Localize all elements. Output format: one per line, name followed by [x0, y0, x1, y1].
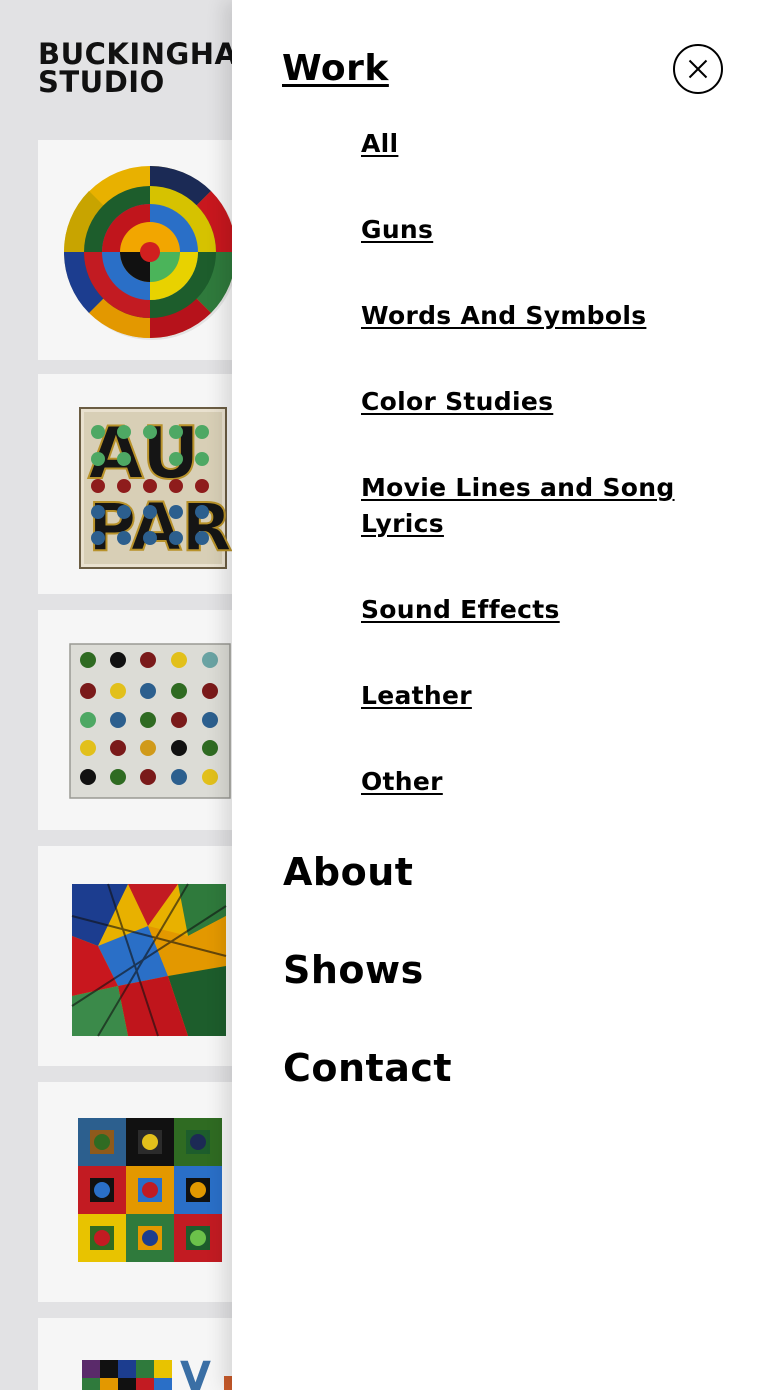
nav-work-movie-lines-and-song-lyrics[interactable]: Movie Lines and Song Lyrics — [361, 470, 721, 542]
nav-contact[interactable]: Contact — [283, 1046, 452, 1090]
close-icon[interactable] — [673, 44, 723, 94]
navigation-panel: Work All Guns Words And Symbols Color St… — [232, 0, 770, 1390]
nav-work-color-studies[interactable]: Color Studies — [361, 384, 721, 420]
nav-work-guns[interactable]: Guns — [361, 212, 721, 248]
nav-work-sound-effects[interactable]: Sound Effects — [361, 592, 721, 628]
nav-work-other[interactable]: Other — [361, 764, 721, 800]
nav-about[interactable]: About — [283, 850, 413, 894]
nav-work-leather[interactable]: Leather — [361, 678, 721, 714]
svg-text:AU: AU — [88, 411, 200, 495]
nav-work-all[interactable]: All — [361, 126, 721, 162]
logo-line-2: STUDIO — [38, 65, 165, 99]
svg-text:V: V — [180, 1354, 211, 1390]
nav-work[interactable]: Work — [282, 48, 389, 89]
nav-shows[interactable]: Shows — [283, 948, 424, 992]
nav-work-words-and-symbols[interactable]: Words And Symbols — [361, 298, 721, 334]
svg-text:PAR: PAR — [88, 489, 232, 566]
